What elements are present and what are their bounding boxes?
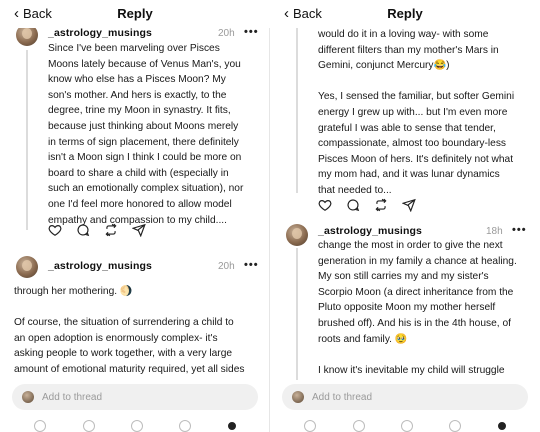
avatar [292,391,304,403]
repost-icon[interactable] [374,198,388,212]
more-options-button[interactable]: ••• [244,28,259,38]
thread-content: _astrology_musings 20h ••• Since I've be… [0,28,270,380]
post-actions [48,223,146,237]
timestamp: 20h [218,261,235,272]
footer [0,380,270,432]
post-line: Moons lately because of Venus Man's, you [48,58,241,70]
post-text: Since I've been marveling over Pisces Mo… [48,41,268,228]
avatar[interactable] [286,224,308,246]
thread-post: _astrology_musings 20h ••• through her m… [0,256,270,376]
avatar[interactable] [16,256,38,278]
post-line: amount of emotional maturity required, y… [14,363,245,375]
post-line: different filters than my mother's Mars … [318,44,499,56]
compose-bar[interactable] [12,384,258,410]
activity-tab-icon[interactable] [449,420,462,432]
post-line: isn't a Moon sign I think I could be mor… [48,152,242,164]
post-line: grateful I was able to sense that tender… [318,122,496,134]
post-line: Pluto opposite Moon my mother herself [318,302,496,314]
avatar [22,391,34,403]
post-line: asking people to work together, with a v… [14,348,233,360]
more-options-button[interactable]: ••• [244,259,259,271]
right-panel: ‹ Back Reply would do it in a loving way… [270,0,540,432]
compose-bar[interactable] [282,384,528,410]
profile-tab-icon[interactable] [227,422,236,430]
header: ‹ Back Reply [270,0,540,28]
post-line: generation in my family a chance at heal… [318,255,517,267]
avatar[interactable] [16,28,38,46]
post-line: compassionate, almost too boundary-less [318,138,507,150]
post-line: an open adoption is enormously complex- … [14,332,218,344]
home-tab-icon[interactable] [34,420,47,432]
home-tab-icon[interactable] [304,420,317,432]
repost-icon[interactable] [104,223,118,237]
thread-post: _astrology_musings 18h ••• change the mo… [270,224,540,380]
post-line: that needed to... [318,184,392,196]
tab-bar [0,420,270,432]
thread-post: _astrology_musings 20h ••• Since I've be… [0,28,270,248]
post-actions [318,198,416,212]
more-options-button[interactable]: ••• [512,224,527,236]
search-tab-icon[interactable] [352,420,365,432]
add-to-thread-input[interactable] [42,391,222,403]
tab-bar [270,420,540,432]
share-icon[interactable] [132,223,146,237]
timestamp: 18h [486,226,503,237]
post-text: change the most in order to give the nex… [318,238,538,378]
username[interactable]: _astrology_musings [318,225,422,237]
post-line: degree, trine my Moon in synastry. It fi… [48,105,231,117]
post-line: Yes, I sensed the familiar, but softer G… [318,91,515,103]
post-paragraph: through her mothering. 🌖 [14,286,133,297]
post-line: Gemini, conjunct Mercury😂) [318,60,450,72]
post-line: energy I grew up with... but I'm even mo… [318,106,508,118]
search-tab-icon[interactable] [82,420,95,432]
username[interactable]: _astrology_musings [48,260,152,272]
thread-post: would do it in a loving way- with some d… [270,28,540,223]
post-line: Scorpio Moon (a direct inheritance from … [318,286,514,298]
profile-tab-icon[interactable] [497,422,506,430]
heart-icon[interactable] [318,198,332,212]
comment-icon[interactable] [346,198,360,212]
post-line: My son still carries my and my sister's [318,271,489,283]
post-line: know who else has a Pisces Moon? My [48,74,226,86]
thread-line [296,28,298,193]
post-line: I know it's inevitable my child will str… [318,364,505,376]
thread-content: would do it in a loving way- with some d… [270,28,540,380]
left-panel: ‹ Back Reply _astrology_musings 20h ••• … [0,0,270,432]
post-text: would do it in a loving way- with some d… [318,28,538,199]
footer [270,380,540,432]
compose-tab-icon[interactable] [400,420,413,432]
header: ‹ Back Reply [0,0,270,28]
post-line: one I'd feel more honored to allow model [48,198,232,210]
comment-icon[interactable] [76,223,90,237]
add-to-thread-input[interactable] [312,391,492,403]
username[interactable]: _astrology_musings [48,28,152,39]
post-text: through her mothering. 🌖 Of course, the … [14,284,266,378]
post-line: in terms of sign placement, there defini… [48,136,239,148]
post-line: my mom had, and it was lunar dynamics [318,169,500,181]
post-line: brushed off). And his is in the 4th hous… [318,317,511,329]
post-line: such an emotionally complex situation), … [48,183,244,195]
thread-line [26,50,28,230]
compose-tab-icon[interactable] [130,420,143,432]
page-title: Reply [387,6,423,21]
post-line: board to share a child with (especially … [48,167,229,179]
post-line: because just thinking about Moons merely [48,120,239,132]
thread-line [296,248,298,380]
heart-icon[interactable] [48,223,62,237]
activity-tab-icon[interactable] [179,420,192,432]
post-line: Since I've been marveling over Pisces [48,43,220,54]
share-icon[interactable] [402,198,416,212]
post-line: change the most in order to give the nex… [318,240,503,251]
post-line: roots and family. 🥹 [318,333,408,345]
timestamp: 20h [218,28,235,39]
post-line: would do it in a loving way- with some [318,29,489,40]
post-line: son's mother. And hers is exactly, to th… [48,89,227,101]
post-line: Of course, the situation of surrendering… [14,317,234,329]
post-line: Pisces Moon of hers. It's definitely not… [318,153,514,165]
page-title: Reply [117,6,153,21]
